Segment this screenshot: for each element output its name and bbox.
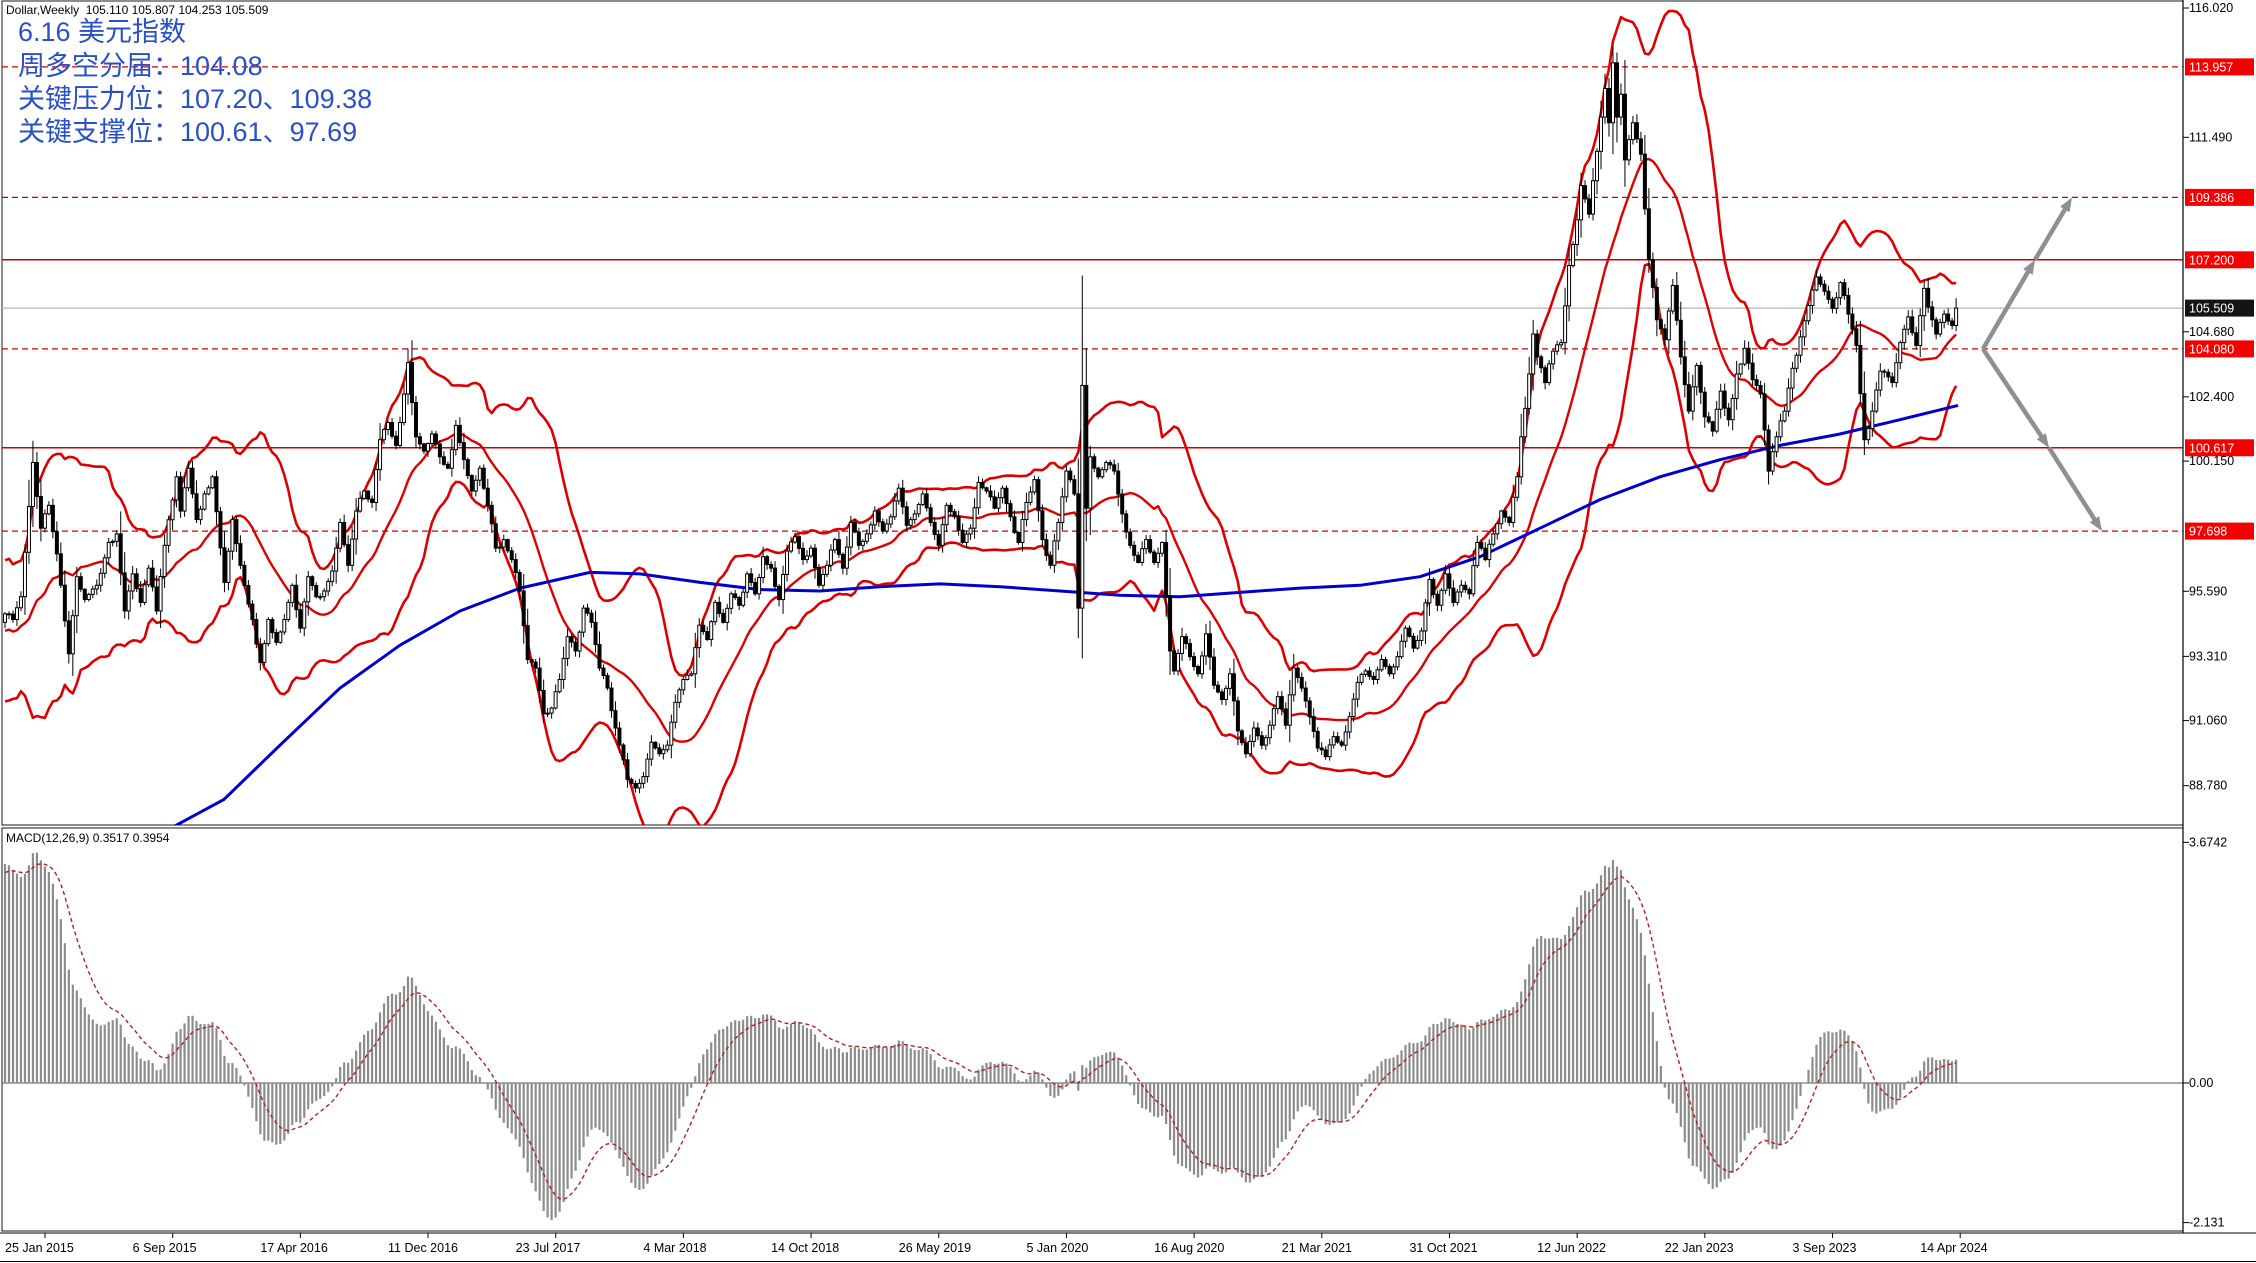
price-tick-label: 91.060 — [2189, 714, 2227, 728]
macd-histogram — [4, 852, 1957, 1220]
date-tick-label: 11 Dec 2016 — [388, 1241, 458, 1255]
macd-tick-label: 0.00 — [2189, 1076, 2213, 1090]
date-tick-label: 21 Mar 2021 — [1282, 1241, 1352, 1255]
price-tick-label: 104.680 — [2189, 325, 2234, 339]
date-tick-label: 26 May 2019 — [899, 1241, 971, 1255]
date-axis[interactable]: 25 Jan 2015 6 Sep 2015 17 Apr 2016 11 Dec 2… — [5, 1233, 1988, 1255]
price-tick-label: 88.780 — [2189, 779, 2227, 793]
price-badge-label: 109.386 — [2189, 191, 2234, 205]
price-tick-label: 102.400 — [2189, 390, 2234, 404]
price-badge-label: 104.080 — [2189, 342, 2234, 356]
date-tick-label: 31 Oct 2021 — [1409, 1241, 1477, 1255]
date-tick-label: 22 Jan 2023 — [1665, 1241, 1734, 1255]
date-tick-label: 23 Jul 2017 — [516, 1241, 581, 1255]
price-tick-label: 116.020 — [2189, 1, 2233, 15]
price-badge-label: 113.957 — [2189, 60, 2233, 74]
price-tick-label: 95.590 — [2189, 584, 2227, 598]
date-tick-label: 17 Apr 2016 — [260, 1241, 327, 1255]
macd-indicator-label: MACD(12,26,9) 0.3517 0.3954 — [6, 831, 169, 845]
price-badge-label: 100.617 — [2189, 441, 2234, 455]
date-tick-label: 14 Oct 2018 — [771, 1241, 839, 1255]
window-title: Dollar,Weekly 105.110 105.807 104.253 10… — [6, 3, 268, 17]
date-tick-label: 4 Mar 2018 — [643, 1241, 706, 1255]
blue-ma-line — [150, 405, 1958, 839]
date-tick-label: 5 Jan 2020 — [1026, 1241, 1088, 1255]
price-axis[interactable]: 116.020111.490104.680102.400100.15095.59… — [2183, 0, 2254, 1233]
annotation-title: 6.16 美元指数 — [18, 16, 186, 49]
macd-tick-label: -2.131 — [2189, 1216, 2224, 1230]
price-tick-label: 93.310 — [2189, 649, 2227, 663]
price-badge-label: 97.698 — [2189, 525, 2227, 539]
macd-signal-line — [5, 864, 1956, 1200]
chart-window: Dollar,Weekly 105.110 105.807 104.253 10… — [0, 0, 2256, 1263]
candlesticks — [4, 47, 1958, 794]
projection-arrows — [1983, 197, 2102, 531]
macd-tick-label: 3.6742 — [2189, 835, 2227, 849]
price-badge-label: 107.200 — [2189, 253, 2234, 267]
annotation-pivot: 周多空分届：104.08 — [18, 50, 263, 83]
pane-borders — [0, 1, 2256, 1262]
date-tick-label: 16 Aug 2020 — [1154, 1241, 1224, 1255]
date-tick-label: 6 Sep 2015 — [133, 1241, 197, 1255]
annotation-support: 关键支撑位：100.61、97.69 — [18, 116, 357, 149]
price-tick-label: 111.490 — [2189, 130, 2232, 144]
date-tick-label: 14 Apr 2024 — [1920, 1241, 1987, 1255]
annotation-resistance: 关键压力位：107.20、109.38 — [18, 83, 372, 116]
price-chart-canvas[interactable]: 116.020111.490104.680102.400100.15095.59… — [0, 0, 2256, 1263]
price-badge-label: 105.509 — [2189, 302, 2234, 316]
date-tick-label: 12 Jun 2022 — [1537, 1241, 1606, 1255]
macd-axis[interactable]: 3.6742 0.00 -2.131 — [2183, 835, 2227, 1229]
date-tick-label: 25 Jan 2015 — [5, 1241, 74, 1255]
date-tick-label: 3 Sep 2023 — [1793, 1241, 1857, 1255]
